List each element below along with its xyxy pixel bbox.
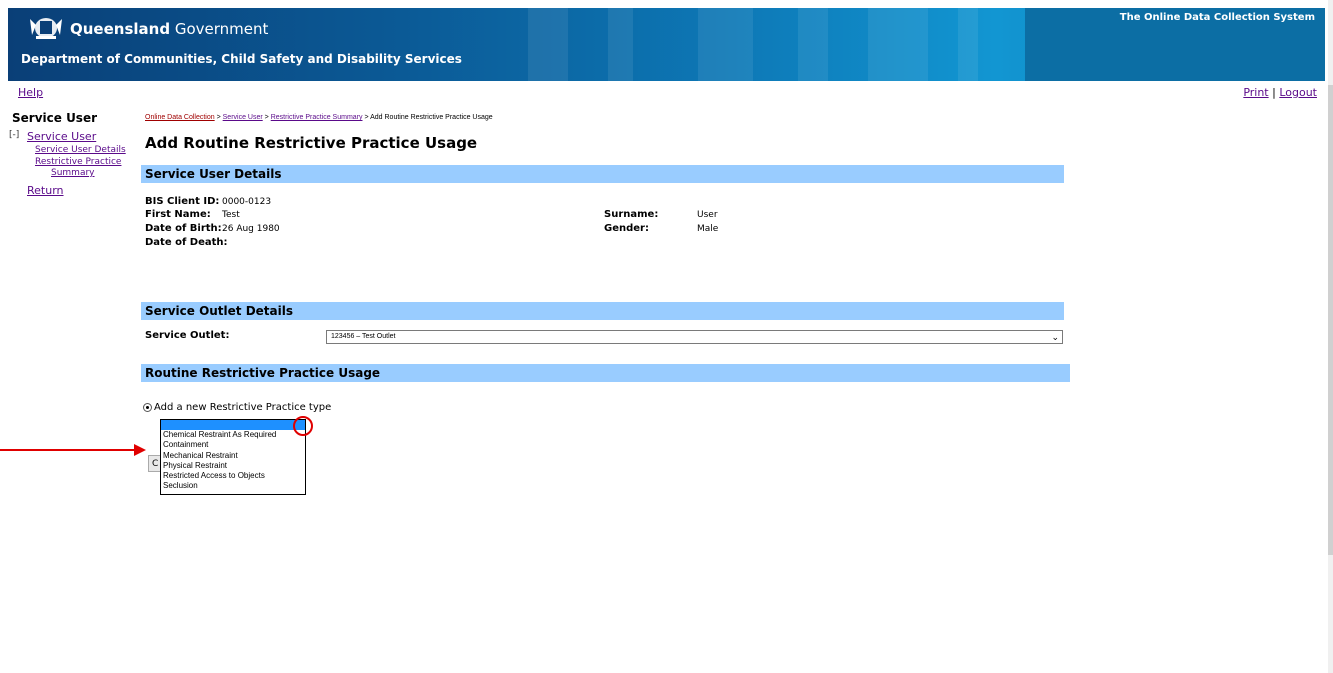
logout-link[interactable]: Logout xyxy=(1279,86,1317,99)
annotation-circle xyxy=(293,416,313,436)
help-link[interactable]: Help xyxy=(18,86,43,99)
gender-value: Male xyxy=(697,224,719,234)
restrictive-practice-type-dropdown[interactable]: Chemical Restraint As Required Containme… xyxy=(160,419,306,495)
nav-service-user-details[interactable]: Service User Details xyxy=(35,145,126,155)
surname-label: Surname: xyxy=(604,209,659,220)
section-service-user-details: Service User Details xyxy=(141,165,1064,183)
header-banner: Queensland Government Department of Comm… xyxy=(8,8,1325,81)
dropdown-option-chemical-restraint[interactable]: Chemical Restraint As Required xyxy=(161,430,305,440)
bis-client-id-value: 0000-0123 xyxy=(222,197,272,207)
service-outlet-select[interactable]: 123456 – Test Outlet ⌄ xyxy=(326,330,1063,344)
breadcrumb-online-data-collection[interactable]: Online Data Collection xyxy=(145,114,215,121)
first-name-label: First Name: xyxy=(145,209,211,220)
nav-restrictive-practice-summary-cont[interactable]: Summary xyxy=(51,168,95,178)
dropdown-option-containment[interactable]: Containment xyxy=(161,440,305,450)
page-scrollbar[interactable] xyxy=(1328,0,1333,673)
gender-label: Gender: xyxy=(604,223,649,234)
radio-selected-icon[interactable] xyxy=(143,402,152,412)
breadcrumb: Online Data Collection > Service User > … xyxy=(145,114,493,121)
date-of-birth-label: Date of Birth: xyxy=(145,223,222,234)
breadcrumb-service-user[interactable]: Service User xyxy=(223,114,263,121)
dropdown-option-restricted-access[interactable]: Restricted Access to Objects xyxy=(161,471,305,481)
nav-title: Service User xyxy=(12,111,98,125)
nav-service-user[interactable]: Service User xyxy=(27,130,96,143)
surname-value: User xyxy=(697,210,718,220)
annotation-arrow-head-icon xyxy=(134,444,146,456)
nav-restrictive-practice-summary[interactable]: Restrictive Practice xyxy=(35,157,121,167)
section-routine-restrictive-practice-usage: Routine Restrictive Practice Usage xyxy=(141,364,1070,382)
government-title: Queensland Government xyxy=(70,20,269,38)
section-service-outlet-details: Service Outlet Details xyxy=(141,302,1064,320)
dropdown-option-mechanical-restraint[interactable]: Mechanical Restraint xyxy=(161,451,305,461)
link-separator: | xyxy=(1268,86,1280,99)
queensland-crest-icon xyxy=(30,18,62,39)
date-of-birth-value: 26 Aug 1980 xyxy=(222,224,280,234)
add-new-type-option[interactable]: Add a new Restrictive Practice type xyxy=(143,402,331,413)
service-outlet-label: Service Outlet: xyxy=(145,330,230,341)
nav-return[interactable]: Return xyxy=(27,184,64,197)
system-name: The Online Data Collection System xyxy=(1119,12,1315,23)
page-title: Add Routine Restrictive Practice Usage xyxy=(145,134,478,152)
breadcrumb-restrictive-practice-summary[interactable]: Restrictive Practice Summary xyxy=(271,114,363,121)
collapse-toggle[interactable]: [-] xyxy=(9,130,19,140)
dropdown-option-physical-restraint[interactable]: Physical Restraint xyxy=(161,461,305,471)
department-name: Department of Communities, Child Safety … xyxy=(21,52,462,66)
top-links: Print | Logout xyxy=(1243,86,1317,99)
add-new-type-label: Add a new Restrictive Practice type xyxy=(154,402,332,413)
bis-client-id-label: BIS Client ID: xyxy=(145,196,220,207)
dropdown-option-seclusion[interactable]: Seclusion xyxy=(161,481,305,491)
first-name-value: Test xyxy=(222,210,240,220)
breadcrumb-current: Add Routine Restrictive Practice Usage xyxy=(370,114,493,121)
scrollbar-thumb[interactable] xyxy=(1328,85,1333,555)
date-of-death-label: Date of Death: xyxy=(145,237,228,248)
chevron-down-icon: ⌄ xyxy=(1051,332,1059,342)
print-link[interactable]: Print xyxy=(1243,86,1268,99)
service-outlet-selected: 123456 – Test Outlet xyxy=(331,333,396,340)
annotation-arrow-line xyxy=(0,449,135,451)
dropdown-option-blank[interactable] xyxy=(161,420,305,430)
